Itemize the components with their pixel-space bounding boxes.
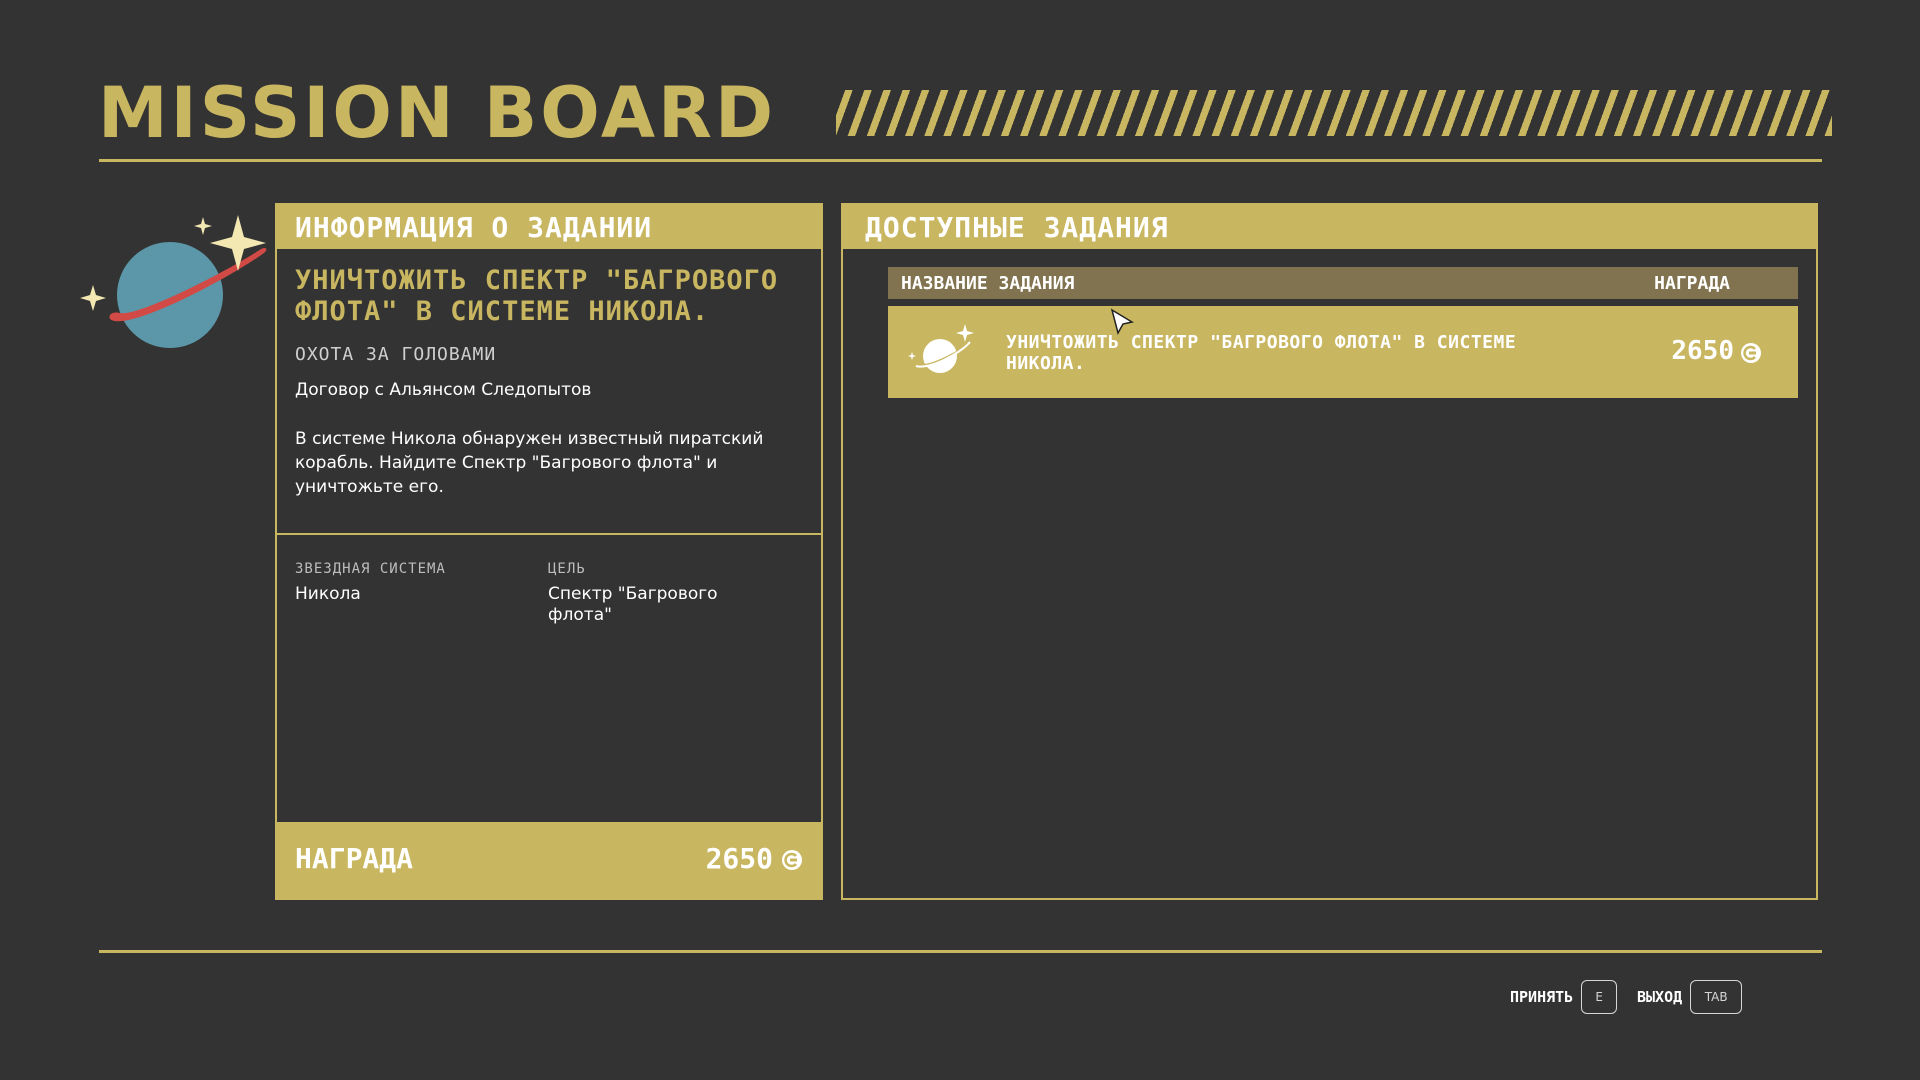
top-divider <box>99 159 1822 162</box>
exit-key[interactable]: TAB <box>1690 980 1743 1014</box>
mission-item-reward: 2650 <box>1671 336 1734 366</box>
mission-description: В системе Никола обнаружен известный пир… <box>295 429 764 497</box>
target-value: Спектр "Багрового флота" <box>548 584 718 625</box>
reward-label: НАГРАДА <box>295 842 414 875</box>
mission-item-title: УНИЧТОЖИТЬ СПЕКТР "БАГРОВОГО ФЛОТА" В СИ… <box>1006 332 1517 374</box>
mouse-cursor-icon <box>1110 308 1134 336</box>
available-missions-heading: ДОСТУПНЫЕ ЗАДАНИЯ <box>843 205 1816 249</box>
available-missions-panel: ДОСТУПНЫЕ ЗАДАНИЯ НАЗВАНИЕ ЗАДАНИЯ НАГРА… <box>841 203 1818 900</box>
column-reward: НАГРАДА <box>1654 273 1730 294</box>
info-divider <box>277 533 821 535</box>
mission-title: УНИЧТОЖИТЬ СПЕКТР "БАГРОВОГО ФЛОТА" В СИ… <box>295 265 779 327</box>
page-title: MISSION BOARD <box>98 72 777 154</box>
credits-icon <box>1741 343 1761 363</box>
bottom-divider <box>99 950 1822 953</box>
exit-label: ВЫХОД <box>1637 988 1683 1006</box>
star-system-label: ЗВЕЗДНАЯ СИСТЕМА <box>295 561 446 577</box>
mission-contract: Договор с Альянсом Следопытов <box>295 380 592 400</box>
planet-logo-icon <box>80 215 267 348</box>
mission-list-item[interactable]: УНИЧТОЖИТЬ СПЕКТР "БАГРОВОГО ФЛОТА" В СИ… <box>888 306 1798 398</box>
reward-bar: НАГРАДА 2650 <box>277 822 821 898</box>
mission-info-heading: ИНФОРМАЦИЯ О ЗАДАНИИ <box>277 205 821 249</box>
accept-key[interactable]: E <box>1581 980 1618 1014</box>
mission-info-panel: ИНФОРМАЦИЯ О ЗАДАНИИ УНИЧТОЖИТЬ СПЕКТР "… <box>275 203 823 900</box>
accept-hint[interactable]: ПРИНЯТЬ E <box>1510 980 1618 1014</box>
exit-hint[interactable]: ВЫХОД TAB <box>1637 980 1743 1014</box>
accept-label: ПРИНЯТЬ <box>1510 988 1574 1006</box>
column-mission-name: НАЗВАНИЕ ЗАДАНИЯ <box>901 273 1075 294</box>
reward-value: 2650 <box>705 842 773 875</box>
mission-type: ОХОТА ЗА ГОЛОВАМИ <box>295 344 497 365</box>
target-label: ЦЕЛЬ <box>548 561 586 577</box>
header-stripes <box>836 90 1832 136</box>
credits-icon <box>782 850 802 870</box>
star-system-value: Никола <box>295 584 361 604</box>
planet-icon <box>908 324 974 373</box>
missions-list-header: НАЗВАНИЕ ЗАДАНИЯ НАГРАДА <box>888 267 1798 299</box>
